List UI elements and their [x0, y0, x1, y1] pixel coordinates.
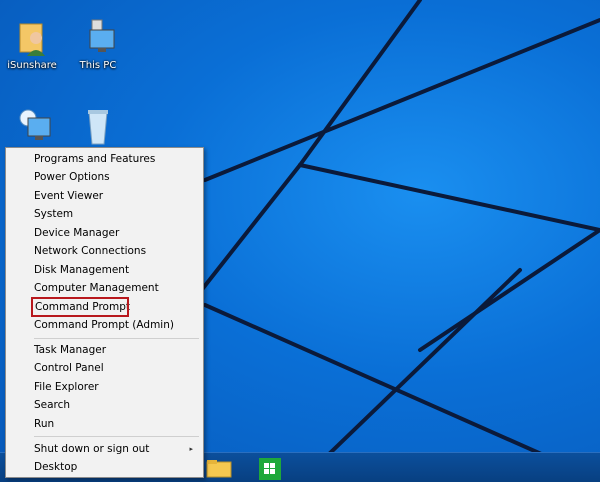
menu-item-programs-and-features[interactable]: Programs and Features [11, 150, 199, 168]
network-icon [10, 104, 54, 148]
menu-item-device-manager[interactable]: Device Manager [11, 224, 199, 242]
menu-item-command-prompt[interactable]: Command Prompt [31, 297, 130, 317]
store-icon [259, 458, 281, 480]
submenu-arrow-icon: ▸ [189, 445, 193, 453]
taskbar-file-explorer[interactable] [202, 455, 236, 481]
menu-item-control-panel[interactable]: Control Panel [11, 359, 199, 377]
menu-item-disk-management[interactable]: Disk Management [11, 261, 199, 279]
desktop-icon-network[interactable] [0, 104, 64, 150]
menu-item-shut-down-or-sign-out[interactable]: Shut down or sign out ▸ [11, 440, 199, 458]
menu-item-power-options[interactable]: Power Options [11, 168, 199, 186]
user-folder-icon [10, 14, 54, 58]
desktop-icon-recycle-bin[interactable] [66, 104, 130, 150]
computer-icon [76, 14, 120, 58]
menu-item-network-connections[interactable]: Network Connections [11, 242, 199, 260]
desktop: iSunshare This PC Programs and Features … [0, 0, 600, 482]
recycle-bin-icon [76, 104, 120, 148]
menu-item-system[interactable]: System [11, 205, 199, 223]
desktop-icon-isunshare[interactable]: iSunshare [0, 14, 64, 71]
file-explorer-icon [206, 460, 232, 478]
menu-item-task-manager[interactable]: Task Manager [11, 341, 199, 359]
menu-item-file-explorer[interactable]: File Explorer [11, 378, 199, 396]
desktop-icon-label: iSunshare [7, 60, 57, 71]
menu-item-command-prompt-admin[interactable]: Command Prompt (Admin) [11, 316, 199, 334]
menu-item-desktop[interactable]: Desktop [11, 458, 199, 476]
menu-item-event-viewer[interactable]: Event Viewer [11, 187, 199, 205]
menu-item-search[interactable]: Search [11, 396, 199, 414]
menu-separator [34, 338, 199, 339]
winx-context-menu: Programs and Features Power Options Even… [5, 147, 204, 478]
menu-separator [34, 436, 199, 437]
menu-item-computer-management[interactable]: Computer Management [11, 279, 199, 297]
desktop-icon-this-pc[interactable]: This PC [66, 14, 130, 71]
desktop-icon-label: This PC [79, 60, 117, 71]
menu-item-run[interactable]: Run [11, 415, 199, 433]
taskbar-store[interactable] [255, 455, 289, 481]
